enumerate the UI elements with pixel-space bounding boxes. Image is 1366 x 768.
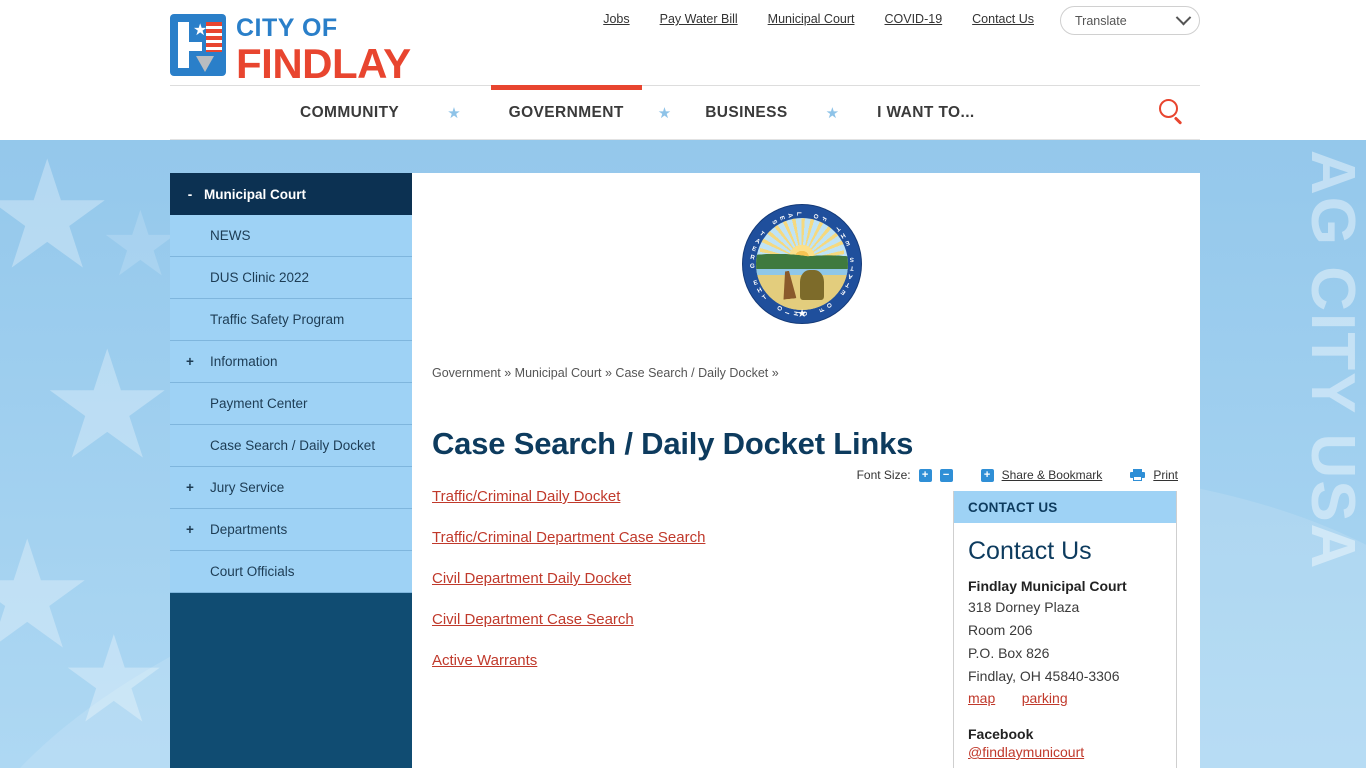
sidebar-item-label: Traffic Safety Program <box>210 312 345 327</box>
printer-icon[interactable] <box>1130 469 1146 481</box>
contact-title: Contact Us <box>968 537 1092 565</box>
chevron-down-icon <box>1175 9 1192 26</box>
print-link[interactable]: Print <box>1153 468 1178 482</box>
expand-toggle-icon[interactable]: + <box>184 522 196 537</box>
sidebar-item-payment-center[interactable]: Payment Center <box>170 383 412 425</box>
sidebar-item-label: Departments <box>210 522 288 537</box>
page-tools-bar: Font Size: + − + Share & Bookmark Print <box>857 468 1178 482</box>
header-topbar: ★ CITY OF FINDLAY Jobs Pay Water Bill Mu… <box>170 0 1200 85</box>
utility-nav: Jobs Pay Water Bill Municipal Court COVI… <box>603 12 1034 26</box>
contact-address-line: 318 Dorney Plaza <box>968 599 1080 615</box>
contact-address-line: Findlay, OH 45840-3306 <box>968 668 1120 684</box>
sidebar-item-departments[interactable]: + Departments <box>170 509 412 551</box>
contact-address-line: Room 206 <box>968 622 1033 638</box>
utility-link-municipal-court[interactable]: Municipal Court <box>768 12 855 26</box>
expand-toggle-icon[interactable]: + <box>184 354 196 369</box>
contact-organization: Findlay Municipal Court <box>968 578 1127 594</box>
font-size-label: Font Size: <box>856 468 911 482</box>
expand-toggle-icon[interactable]: + <box>184 480 196 495</box>
font-size-increase-button[interactable]: + <box>918 468 932 482</box>
nav-underline <box>170 139 1200 140</box>
collapse-toggle-icon[interactable]: - <box>184 187 196 202</box>
share-and-bookmark-link[interactable]: Share & Bookmark <box>1002 468 1103 482</box>
background-star: ★ <box>60 613 168 747</box>
link-civil-department-case-search[interactable]: Civil Department Case Search <box>432 611 932 628</box>
sidebar-item-label: Payment Center <box>210 396 308 411</box>
logo-line-findlay: FINDLAY <box>236 40 411 87</box>
sidebar-item-dus-clinic-2022[interactable]: DUS Clinic 2022 <box>170 257 412 299</box>
sidebar-header-label: Municipal Court <box>204 186 306 202</box>
link-active-warrants[interactable]: Active Warrants <box>432 652 932 669</box>
nav-star-separator: ★ <box>657 105 672 122</box>
background-star: ★ <box>0 131 115 299</box>
site-header: ★ CITY OF FINDLAY Jobs Pay Water Bill Mu… <box>0 0 1366 140</box>
logo-line-city-of: CITY OF <box>236 14 338 42</box>
nav-star-separator: ★ <box>447 105 461 122</box>
share-plus-icon[interactable]: + <box>980 468 994 482</box>
link-civil-department-daily-docket[interactable]: Civil Department Daily Docket <box>432 570 932 587</box>
contact-social-label: Facebook <box>968 726 1034 742</box>
background-star: ★ <box>40 321 175 489</box>
site-logo[interactable]: ★ CITY OF FINDLAY <box>170 14 411 85</box>
sidebar-item-label: Case Search / Daily Docket <box>210 438 376 453</box>
contact-address-line: P.O. Box 826 <box>968 645 1050 661</box>
sidebar-item-traffic-safety-program[interactable]: Traffic Safety Program <box>170 299 412 341</box>
sidebar-item-label: Court Officials <box>210 564 295 579</box>
sidebar-item-jury-service[interactable]: + Jury Service <box>170 467 412 509</box>
section-sidebar: - Municipal Court NEWS DUS Clinic 2022 T… <box>170 173 412 768</box>
sidebar-item-label: DUS Clinic 2022 <box>210 270 310 285</box>
contact-panel-body: Contact Us Findlay Municipal Court 318 D… <box>954 523 1176 760</box>
background-star: ★ <box>100 195 181 295</box>
main-navigation: COMMUNITY ★ GOVERNMENT ★ BUSINESS ★ I WA… <box>170 85 1200 140</box>
utility-link-contact-us[interactable]: Contact Us <box>972 12 1034 26</box>
nav-item-business[interactable]: BUSINESS <box>701 86 791 140</box>
sidebar-item-label: Jury Service <box>210 480 285 495</box>
contact-panel-header: CONTACT US <box>954 491 1176 523</box>
ohio-state-seal-icon: THE GREAT SEAL OF THE STATEOF OHIO ★ <box>743 205 861 323</box>
link-traffic-criminal-daily-docket[interactable]: Traffic/Criminal Daily Docket <box>432 488 932 505</box>
nav-item-community[interactable]: COMMUNITY <box>296 86 403 140</box>
facebook-handle-link[interactable]: @findlaymunicourt <box>968 744 1160 760</box>
page-title: Case Search / Daily Docket Links <box>432 425 914 461</box>
link-traffic-criminal-department-case-search[interactable]: Traffic/Criminal Department Case Search <box>432 529 932 546</box>
sidebar-item-case-search-daily-docket[interactable]: Case Search / Daily Docket <box>170 425 412 467</box>
utility-link-pay-water-bill[interactable]: Pay Water Bill <box>660 12 738 26</box>
findlay-flag-logo-icon: ★ <box>170 14 226 76</box>
logo-wordmark: CITY OF FINDLAY <box>236 14 411 85</box>
utility-link-jobs[interactable]: Jobs <box>603 12 629 26</box>
contact-links: map parking <box>968 690 1160 708</box>
translate-dropdown[interactable]: Translate <box>1060 6 1200 35</box>
search-icon[interactable] <box>1158 99 1186 127</box>
parking-link[interactable]: parking <box>1022 690 1068 706</box>
contact-us-panel: CONTACT US Contact Us Findlay Municipal … <box>953 491 1177 768</box>
utility-link-covid-19[interactable]: COVID-19 <box>885 12 943 26</box>
sidebar-item-label: NEWS <box>210 228 251 243</box>
nav-star-separator: ★ <box>825 105 840 122</box>
sidebar-item-information[interactable]: + Information <box>170 341 412 383</box>
sidebar-header-municipal-court[interactable]: - Municipal Court <box>170 173 412 215</box>
nav-item-i-want-to[interactable]: I WANT TO... <box>873 86 979 140</box>
font-size-decrease-button[interactable]: − <box>939 468 953 482</box>
main-content: THE GREAT SEAL OF THE STATEOF OHIO ★ Gov… <box>412 173 1200 768</box>
sidebar-item-court-officials[interactable]: Court Officials <box>170 551 412 593</box>
translate-label: Translate <box>1075 13 1127 28</box>
breadcrumb[interactable]: Government » Municipal Court » Case Sear… <box>432 366 779 380</box>
nav-item-government[interactable]: GOVERNMENT <box>490 85 642 140</box>
sidebar-item-label: Information <box>210 354 278 369</box>
flag-city-usa-watermark: AG CITY USA <box>1298 150 1366 571</box>
docket-links-list: Traffic/Criminal Daily Docket Traffic/Cr… <box>432 488 932 693</box>
map-link[interactable]: map <box>968 690 995 706</box>
sidebar-item-news[interactable]: NEWS <box>170 215 412 257</box>
